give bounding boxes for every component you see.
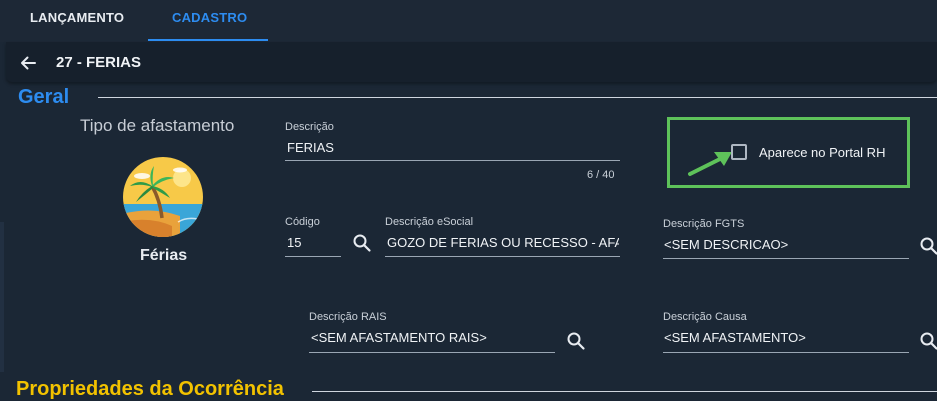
descricao-esocial-input[interactable]: GOZO DE FERIAS OU RECESSO - AFASTAMENTO	[387, 235, 619, 250]
portal-rh-label[interactable]: Aparece no Portal RH	[759, 145, 885, 160]
codigo-input[interactable]: 15	[287, 235, 337, 250]
side-panel-edge	[0, 222, 4, 372]
descricao-counter: 6 / 40	[587, 169, 615, 181]
descricao-fgts-input[interactable]: <SEM DESCRICAO>	[664, 237, 904, 252]
descricao-rais-label: Descrição RAIS	[309, 311, 387, 323]
descricao-esocial-underline	[385, 256, 620, 257]
tab-cadastro[interactable]: CADASTRO	[172, 10, 247, 25]
page-header	[6, 42, 937, 82]
page-title: 27 - FERIAS	[56, 54, 142, 71]
descricao-underline	[285, 160, 620, 161]
tipo-afastamento-name: Férias	[140, 247, 188, 264]
descricao-causa-input[interactable]: <SEM AFASTAMENTO>	[664, 330, 904, 345]
search-icon[interactable]	[352, 233, 372, 253]
search-icon[interactable]	[566, 331, 586, 351]
descricao-fgts-underline	[663, 258, 909, 259]
tab-lancamento[interactable]: LANÇAMENTO	[30, 10, 124, 25]
descricao-esocial-label: Descrição eSocial	[385, 216, 474, 228]
descricao-rais-underline	[309, 352, 555, 353]
portal-rh-checkbox[interactable]	[731, 144, 747, 160]
section-divider	[312, 391, 937, 392]
codigo-underline	[285, 256, 341, 257]
descricao-rais-input[interactable]: <SEM AFASTAMENTO RAIS>	[311, 330, 551, 345]
section-divider	[98, 97, 937, 98]
search-icon[interactable]	[919, 236, 937, 256]
descricao-input[interactable]: FERIAS	[287, 140, 617, 155]
tipo-afastamento-label: Tipo de afastamento	[80, 116, 235, 135]
codigo-label: Código	[285, 216, 320, 228]
tab-bar: LANÇAMENTO CADASTRO	[0, 0, 937, 42]
section-title-geral: Geral	[18, 86, 70, 108]
beach-palm-icon	[123, 157, 203, 237]
descricao-fgts-label: Descrição FGTS	[663, 218, 745, 230]
descricao-label: Descrição	[285, 121, 334, 133]
search-icon[interactable]	[919, 331, 937, 351]
descricao-causa-underline	[663, 352, 909, 353]
descricao-causa-label: Descrição Causa	[663, 311, 747, 323]
arrow-left-icon[interactable]	[18, 53, 38, 73]
active-tab-indicator	[148, 39, 268, 41]
